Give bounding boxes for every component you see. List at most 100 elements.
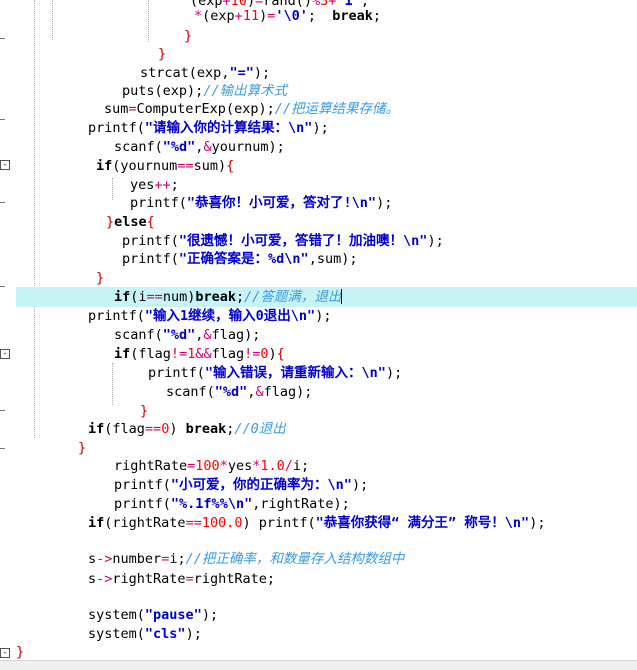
code-line[interactable]: strcat(exp,"="); xyxy=(140,63,270,83)
code-token-keyword: if xyxy=(96,158,113,174)
code-token-brace: } xyxy=(106,214,115,230)
code-token-punctuation: ) xyxy=(259,8,268,24)
code-token-operator: * xyxy=(194,8,203,24)
code-token-function-name: scanf xyxy=(114,327,155,343)
code-line[interactable]: if(i==num)break;//答题满，退出 xyxy=(114,287,343,307)
code-line[interactable]: yes++; xyxy=(130,175,179,195)
code-token-string-literal: "%d" xyxy=(214,384,248,400)
code-token-identifier: number xyxy=(112,551,162,567)
code-token-operator: == xyxy=(144,421,162,437)
fold-toggle-icon[interactable]: - xyxy=(0,648,10,658)
code-token-punctuation: ( xyxy=(154,327,163,343)
indent-guide xyxy=(112,178,113,200)
code-line[interactable]: rightRate=100*yes*1.0/i; xyxy=(114,456,309,476)
code-line[interactable]: printf("%.1f%%\n",rightRate); xyxy=(114,494,350,514)
code-token-punctuation: ( xyxy=(178,195,187,211)
code-token-function-name: printf xyxy=(114,477,163,493)
code-token-identifier: rightRate xyxy=(193,571,267,587)
code-token-operator: -> xyxy=(96,571,113,587)
code-token-number-literal: 100 xyxy=(195,458,220,474)
code-token-function-name: printf xyxy=(130,195,179,211)
code-token-brace: } xyxy=(184,28,193,44)
code-token-function-name: scanf xyxy=(114,139,155,155)
code-line[interactable]: s->rightRate=rightRate; xyxy=(88,569,275,589)
fold-toggle-icon[interactable]: - xyxy=(0,349,10,359)
code-token-string-literal: "输入错误，请重新输入：\n" xyxy=(204,365,386,381)
code-token-keyword: break xyxy=(195,289,236,305)
code-token-punctuation: ( xyxy=(162,477,171,493)
code-token-keyword: if xyxy=(114,346,131,362)
code-line[interactable]: printf("请输入你的计算结果：\n"); xyxy=(88,118,329,138)
code-token-identifier: s xyxy=(88,571,97,587)
indent-guide xyxy=(148,0,149,42)
code-token-punctuation: , xyxy=(308,251,317,267)
code-line[interactable]: printf("输入1继续，输入0退出\n"); xyxy=(88,306,331,326)
code-line[interactable]: s->number=i;//把正确率，和数量存入结构数组中 xyxy=(88,549,404,569)
code-token-identifier: flag xyxy=(112,421,145,437)
code-line[interactable]: puts(exp);//输出算术式 xyxy=(122,81,287,101)
code-token-string-literal: "=" xyxy=(229,65,254,81)
code-token-identifier: yournum xyxy=(211,139,269,155)
code-token-function-name: ComputerExp xyxy=(136,101,226,117)
code-token-operator: & xyxy=(203,139,212,155)
code-token-punctuation: ( xyxy=(154,83,163,99)
code-line[interactable]: } xyxy=(184,26,192,46)
code-token-comment: //答题满，退出 xyxy=(244,289,342,305)
code-line[interactable]: } xyxy=(158,44,166,64)
code-token-identifier: flag xyxy=(211,346,245,362)
code-token-identifier: exp xyxy=(234,101,259,117)
gutter-tick xyxy=(0,286,5,287)
code-line[interactable]: system("cls"); xyxy=(88,624,202,644)
code-token-identifier: sum xyxy=(316,251,342,267)
code-editor[interactable]: - - - (exp+10)=rand()%3+'1'; *(exp+11)='… xyxy=(0,0,637,660)
code-token-brace: } xyxy=(78,440,87,456)
code-token-punctuation: ) xyxy=(169,421,186,437)
code-token-function-name: printf xyxy=(114,496,163,512)
gutter-tick xyxy=(0,119,5,120)
code-token-operator: == xyxy=(177,158,194,174)
code-token-string-literal: "请输入你的计算结果：\n" xyxy=(144,120,313,136)
code-line[interactable]: if(rightRate==100.0) printf("恭喜你获得“ 满分王”… xyxy=(88,513,545,533)
gutter-tick xyxy=(0,410,5,411)
code-line[interactable]: scanf("%d",&yournum); xyxy=(114,137,285,157)
code-line[interactable]: system("pause"); xyxy=(88,605,218,625)
code-token-punctuation: ; xyxy=(235,289,245,305)
code-token-punctuation: ); xyxy=(258,101,275,117)
code-line[interactable]: printf("小可爱，你的正确率为：\n"); xyxy=(114,475,368,495)
code-line[interactable]: scanf("%d",&flag); xyxy=(114,325,260,345)
fold-toggle-icon[interactable]: - xyxy=(0,160,10,170)
code-line[interactable]: *(exp+11)='\0'; break; xyxy=(194,6,381,26)
code-token-number-literal: 100.0 xyxy=(201,515,243,531)
code-token-keyword: else xyxy=(114,214,147,230)
code-token-punctuation: ); xyxy=(244,327,261,343)
code-line[interactable]: sum=ComputerExp(exp);//把运算结果存储。 xyxy=(104,99,399,119)
code-line[interactable]: printf("正确答案是：%d\n",sum); xyxy=(122,249,358,269)
code-line[interactable]: } xyxy=(96,268,104,288)
gutter: - - - xyxy=(0,0,12,660)
code-token-punctuation: ); xyxy=(529,515,546,531)
code-token-punctuation: ); xyxy=(201,607,219,623)
code-line[interactable]: printf("输入错误，请重新输入：\n"); xyxy=(148,363,402,383)
code-line[interactable]: printf("恭喜你！小可爱，答对了!\n"); xyxy=(130,193,392,213)
code-token-keyword: if xyxy=(88,515,105,531)
code-token-comment: //0退出 xyxy=(234,421,286,437)
code-token-function-name: printf xyxy=(122,233,171,249)
code-token-punctuation: ( xyxy=(154,139,163,155)
code-line[interactable]: printf("很遗憾！小可爱，答错了！加油噢！\n"); xyxy=(122,231,444,251)
code-line[interactable]: scanf("%d",&flag); xyxy=(166,382,312,402)
code-line[interactable]: } xyxy=(140,401,148,421)
code-token-operator: + xyxy=(234,8,243,24)
code-line[interactable]: if(flag==0) break;//0退出 xyxy=(88,419,286,439)
code-line[interactable]: if(flag!=1&&flag!=0){ xyxy=(114,344,285,364)
code-line[interactable]: } xyxy=(16,642,24,660)
code-token-punctuation: ); xyxy=(296,384,313,400)
code-token-operator: & xyxy=(203,327,212,343)
code-token-function-name: printf xyxy=(88,120,137,136)
code-line[interactable]: } xyxy=(78,438,86,458)
code-token-punctuation: ); xyxy=(315,308,332,324)
code-line[interactable]: }else{ xyxy=(106,212,155,232)
code-token-punctuation: ; xyxy=(170,177,179,193)
code-token-identifier: rightRate xyxy=(260,496,334,512)
code-token-comment: //把运算结果存储。 xyxy=(274,101,399,117)
code-line[interactable]: if(yournum==sum){ xyxy=(96,156,234,176)
